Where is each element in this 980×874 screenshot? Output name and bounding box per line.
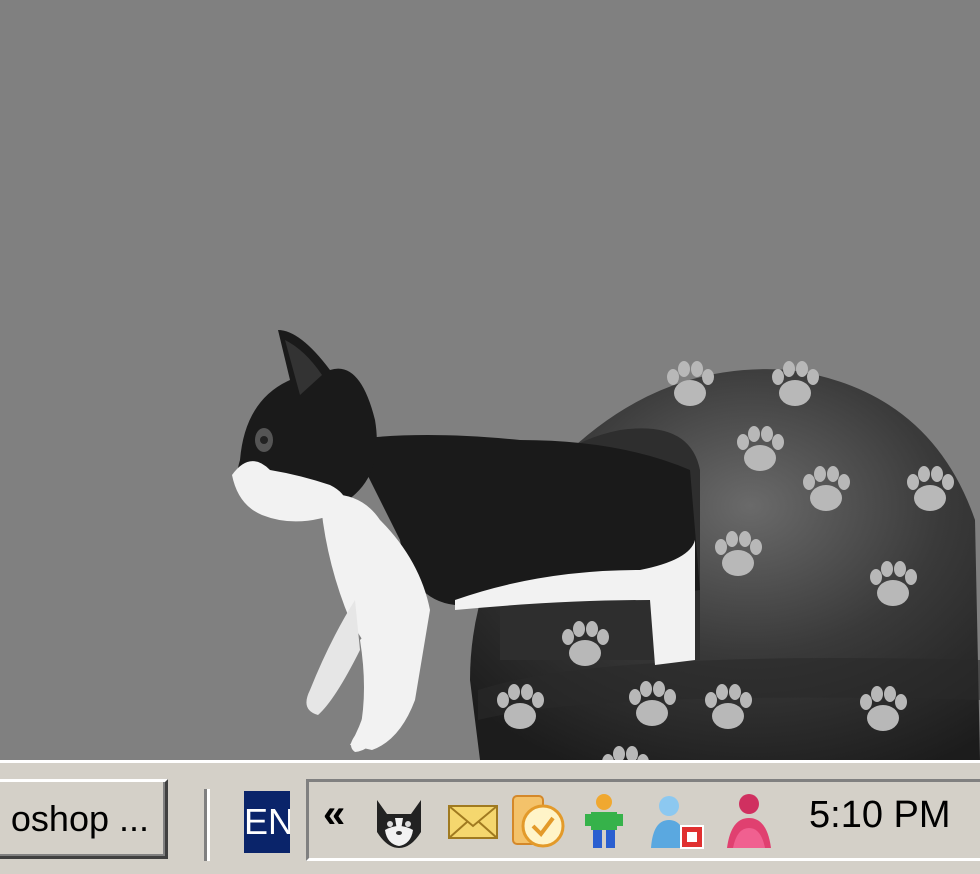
network-person-icon[interactable] [579, 792, 635, 850]
cat-wallpaper-illustration [232, 330, 980, 760]
clock[interactable]: 5:10 PM [809, 794, 951, 837]
desktop [0, 0, 980, 760]
messenger-offline-icon[interactable] [645, 792, 704, 850]
language-label: EN [244, 801, 290, 842]
outlook-reminder-icon[interactable] [509, 792, 565, 850]
taskbar-button-photoshop[interactable]: oshop ... [0, 779, 168, 859]
taskbar: oshop ... EN « 5:10 PM [0, 760, 980, 874]
system-tray: « 5:10 PM [306, 779, 980, 861]
msn-messenger-icon[interactable] [719, 792, 775, 850]
taskbar-separator [204, 789, 210, 861]
taskbar-button-label: oshop ... [10, 798, 149, 839]
language-indicator[interactable]: EN [244, 791, 290, 853]
cat-app-icon[interactable] [371, 792, 427, 850]
tray-expand-button[interactable]: « [323, 792, 345, 837]
mail-icon[interactable] [445, 792, 501, 850]
